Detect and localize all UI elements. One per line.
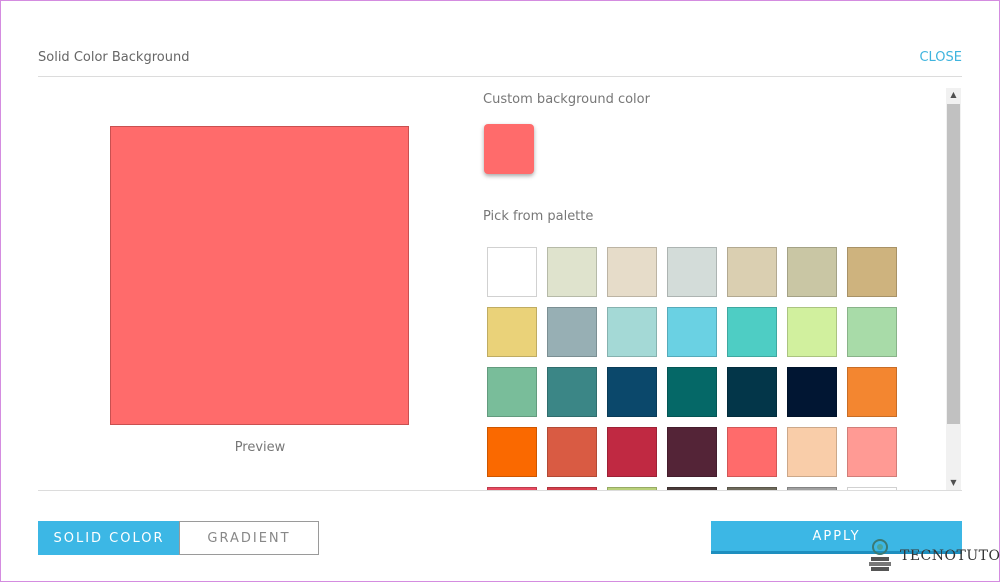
palette-swatch[interactable] <box>787 367 837 417</box>
palette-swatch[interactable] <box>787 427 837 477</box>
palette-swatch[interactable] <box>727 427 777 477</box>
palette-swatch[interactable] <box>487 307 537 357</box>
palette-swatch[interactable] <box>487 247 537 297</box>
header-divider <box>38 76 962 77</box>
scrollbar[interactable]: ▲ ▼ <box>946 88 961 490</box>
watermark-text: TECNOTUTO <box>900 548 1000 564</box>
palette-swatch[interactable] <box>547 307 597 357</box>
palette-swatch[interactable] <box>787 307 837 357</box>
palette-swatch[interactable] <box>547 427 597 477</box>
palette-swatch[interactable] <box>607 247 657 297</box>
palette-swatch[interactable] <box>847 247 897 297</box>
preview-label: Preview <box>234 440 286 455</box>
close-button[interactable]: CLOSE <box>919 50 962 65</box>
palette-swatch[interactable] <box>487 367 537 417</box>
palette-swatch[interactable] <box>667 247 717 297</box>
palette-swatch[interactable] <box>667 367 717 417</box>
gradient-tab[interactable]: GRADIENT <box>179 521 319 555</box>
palette-swatch[interactable] <box>847 367 897 417</box>
scroll-up-icon[interactable]: ▲ <box>946 88 961 102</box>
palette-label: Pick from palette <box>483 209 594 224</box>
palette-swatch[interactable] <box>547 367 597 417</box>
custom-color-label: Custom background color <box>483 92 650 107</box>
palette-swatch[interactable] <box>847 307 897 357</box>
preview-swatch <box>110 126 409 425</box>
dialog-title: Solid Color Background <box>38 50 190 65</box>
palette-container <box>485 245 910 490</box>
palette-swatch[interactable] <box>667 427 717 477</box>
palette-swatch[interactable] <box>607 367 657 417</box>
footer-divider <box>38 490 962 491</box>
custom-color-picker[interactable] <box>484 124 534 174</box>
watermark-logo-icon <box>866 538 894 574</box>
palette-swatch[interactable] <box>727 247 777 297</box>
palette-swatch[interactable] <box>667 307 717 357</box>
palette-swatch[interactable] <box>727 367 777 417</box>
scroll-thumb[interactable] <box>947 104 960 424</box>
palette-swatch[interactable] <box>547 247 597 297</box>
palette-swatch[interactable] <box>787 247 837 297</box>
scroll-down-icon[interactable]: ▼ <box>946 476 961 490</box>
palette-swatch[interactable] <box>607 307 657 357</box>
solid-color-tab[interactable]: SOLID COLOR <box>38 521 180 555</box>
watermark: TECNOTUTO <box>866 538 1000 574</box>
palette-swatch[interactable] <box>607 427 657 477</box>
palette-swatch[interactable] <box>487 427 537 477</box>
palette-swatch[interactable] <box>847 427 897 477</box>
palette-grid <box>485 245 910 490</box>
palette-swatch[interactable] <box>727 307 777 357</box>
